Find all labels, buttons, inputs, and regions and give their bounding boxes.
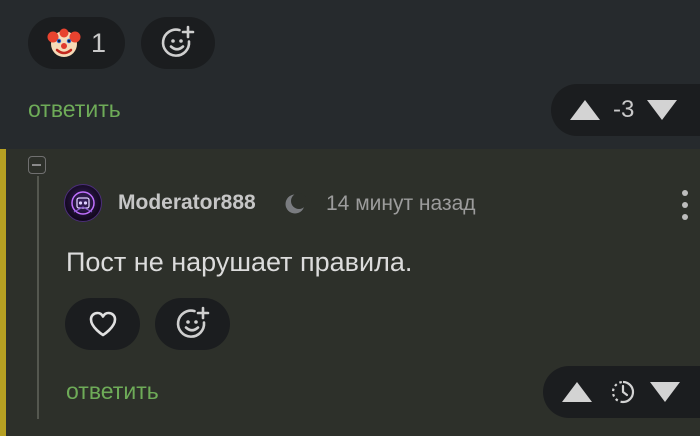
vote-controls: -3 bbox=[551, 84, 700, 136]
reaction-count: 1 bbox=[90, 27, 107, 58]
like-button[interactable] bbox=[65, 298, 140, 350]
collapse-thread-button[interactable] bbox=[28, 156, 46, 174]
thread-line[interactable] bbox=[37, 176, 39, 419]
avatar-image bbox=[71, 191, 95, 215]
author-name[interactable]: Moderator888 bbox=[118, 191, 256, 215]
reply-comment: Moderator888 14 минут назад Пост не нару… bbox=[0, 149, 700, 436]
previous-comment-footer: 1 ответить -3 bbox=[0, 0, 700, 149]
upvote-button[interactable] bbox=[569, 99, 601, 121]
add-reaction-button[interactable] bbox=[141, 17, 215, 69]
avatar[interactable] bbox=[64, 184, 102, 222]
vote-controls bbox=[543, 366, 700, 418]
add-emoji-icon bbox=[161, 25, 195, 57]
moderator-moon-icon bbox=[285, 193, 306, 214]
comment-score: -3 bbox=[613, 96, 635, 123]
arrow-up-icon bbox=[562, 382, 592, 402]
reply-link[interactable]: ответить bbox=[66, 378, 159, 405]
downvote-button[interactable] bbox=[646, 99, 678, 121]
clown-face-icon bbox=[47, 28, 81, 57]
comment-time: 14 минут назад bbox=[326, 192, 476, 215]
downvote-button[interactable] bbox=[649, 381, 681, 403]
clown-reaction-button[interactable]: 1 bbox=[28, 17, 125, 69]
comment-body: Пост не нарушает правила. bbox=[66, 247, 413, 277]
more-options-icon[interactable] bbox=[680, 189, 690, 221]
arrow-up-icon bbox=[570, 100, 600, 120]
heart-icon bbox=[89, 311, 116, 337]
add-reaction-button[interactable] bbox=[155, 298, 230, 350]
add-emoji-icon bbox=[176, 306, 209, 338]
highlight-bar bbox=[0, 149, 6, 436]
rating-pending bbox=[611, 380, 635, 404]
clock-pending-icon bbox=[611, 380, 635, 404]
arrow-down-icon bbox=[650, 382, 680, 402]
arrow-down-icon bbox=[647, 100, 678, 120]
reply-link[interactable]: ответить bbox=[28, 96, 121, 123]
upvote-button[interactable] bbox=[561, 381, 593, 403]
